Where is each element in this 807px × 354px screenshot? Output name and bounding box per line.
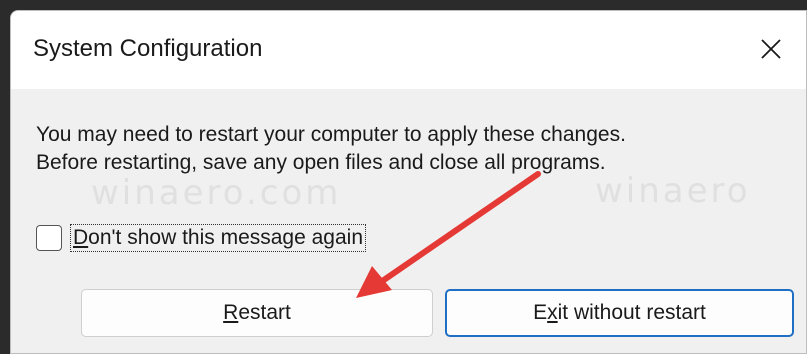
exit-without-restart-button[interactable]: Exit without restart (445, 289, 794, 337)
system-configuration-dialog: System Configuration winaero.com winaero… (10, 10, 807, 354)
watermark-left: winaero.com (91, 173, 342, 213)
dialog-titlebar: System Configuration (11, 11, 806, 89)
dont-show-again-row[interactable]: Don't show this message again (36, 224, 367, 252)
dialog-message: You may need to restart your computer to… (36, 121, 626, 177)
watermark-right: winaero (595, 171, 751, 211)
dialog-body: winaero.com winaero You may need to rest… (11, 89, 806, 353)
restart-button[interactable]: Restart (81, 289, 433, 337)
restart-button-label: Restart (223, 301, 291, 324)
message-line-1: You may need to restart your computer to… (36, 123, 626, 146)
exit-button-label: Exit without restart (533, 301, 706, 324)
close-button[interactable] (747, 25, 795, 73)
dialog-title: System Configuration (33, 35, 263, 62)
dont-show-again-checkbox[interactable] (36, 225, 62, 251)
message-line-2: Before restarting, save any open files a… (36, 151, 606, 174)
dont-show-again-label[interactable]: Don't show this message again (70, 224, 367, 252)
close-icon (761, 39, 781, 59)
